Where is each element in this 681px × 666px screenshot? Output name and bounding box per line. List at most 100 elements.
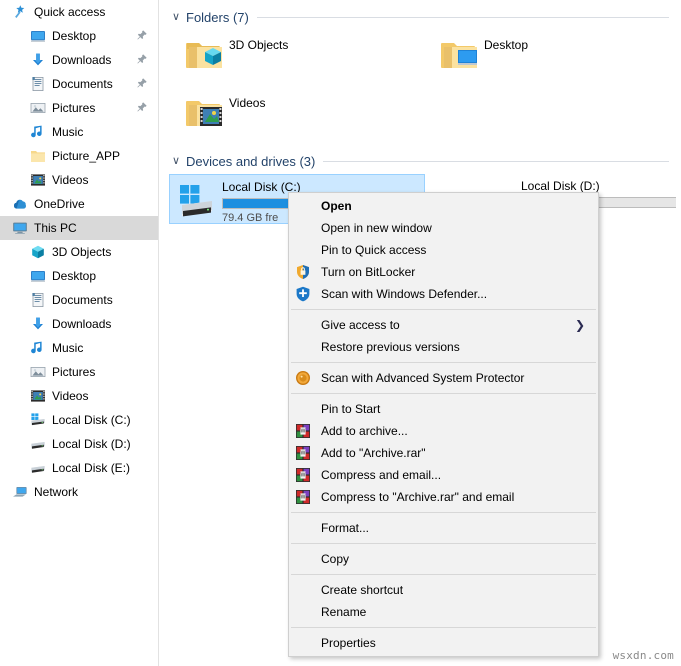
menu-item-pin-to-start[interactable]: Pin to Start xyxy=(289,398,598,420)
file-explorer-window: Quick access Desktop Downloads Documents Pic… xyxy=(0,0,681,666)
desktop-icon xyxy=(30,28,46,44)
star-pin-icon xyxy=(12,4,28,20)
folder-tile-3d-objects[interactable]: 3D Objects xyxy=(179,32,429,76)
menu-item-copy[interactable]: Copy xyxy=(289,548,598,570)
folder-tile-desktop[interactable]: Desktop xyxy=(434,32,681,76)
menu-item-turn-on-bitlocker[interactable]: Turn on BitLocker xyxy=(289,261,598,283)
folders-group-title: Folders (7) xyxy=(186,9,249,25)
menu-separator xyxy=(291,362,596,363)
menu-item-open[interactable]: Open xyxy=(289,195,598,217)
menu-item-format[interactable]: Format... xyxy=(289,517,598,539)
menu-item-no-icon xyxy=(295,551,311,567)
sidebar-item-downloads[interactable]: Downloads xyxy=(0,48,158,72)
documents-icon xyxy=(30,292,46,308)
nav-tree[interactable]: Quick access Desktop Downloads Documents Pic… xyxy=(0,0,158,504)
sidebar-item-onedrive[interactable]: OneDrive xyxy=(0,192,158,216)
menu-item-label: Pin to Start xyxy=(321,402,381,416)
sidebar-item-3d-objects[interactable]: 3D Objects xyxy=(0,240,158,264)
folder-tile-label: Desktop xyxy=(484,38,529,52)
menu-item-no-icon xyxy=(295,604,311,620)
sidebar-item-local-disk-e[interactable]: Local Disk (E:) xyxy=(0,456,158,480)
menu-item-add-to-archive[interactable]: Add to archive... xyxy=(289,420,598,442)
folder-tile-videos[interactable]: Videos xyxy=(179,90,429,134)
sidebar-item-label: Network xyxy=(34,485,79,499)
network-icon xyxy=(12,484,28,500)
drive-windows-icon xyxy=(30,412,46,428)
menu-item-compress-to-archive-rar-and-email[interactable]: Compress to "Archive.rar" and email xyxy=(289,486,598,508)
windows-defender-icon xyxy=(295,286,311,302)
folders-grid: 3D Objects Desktop Videos xyxy=(159,28,681,148)
menu-item-create-shortcut[interactable]: Create shortcut xyxy=(289,579,598,601)
folder-desktop-icon xyxy=(438,34,478,74)
chevron-down-icon[interactable]: ∨ xyxy=(169,10,183,24)
folders-group-header[interactable]: ∨ Folders (7) xyxy=(159,6,681,28)
menu-item-open-in-new-window[interactable]: Open in new window xyxy=(289,217,598,239)
pictures-icon xyxy=(30,100,46,116)
menu-item-label: Restore previous versions xyxy=(321,340,460,354)
menu-item-no-icon xyxy=(295,582,311,598)
sidebar-item-desktop[interactable]: Desktop xyxy=(0,264,158,288)
pin-icon[interactable] xyxy=(136,53,148,65)
sidebar-item-label: Music xyxy=(52,341,84,355)
navigation-pane[interactable]: Quick access Desktop Downloads Documents Pic… xyxy=(0,0,159,666)
sidebar-item-this-pc[interactable]: This PC xyxy=(0,216,158,240)
pin-icon[interactable] xyxy=(136,29,148,41)
menu-item-give-access-to[interactable]: Give access to ❯ xyxy=(289,314,598,336)
drives-group-header[interactable]: ∨ Devices and drives (3) xyxy=(159,150,681,172)
sidebar-item-network[interactable]: Network xyxy=(0,480,158,504)
scrollbar-track[interactable] xyxy=(676,0,681,666)
sidebar-item-pictures[interactable]: Pictures xyxy=(0,96,158,120)
pin-icon[interactable] xyxy=(136,101,148,113)
folder-videos-icon xyxy=(183,92,223,132)
menu-item-scan-with-windows-defender[interactable]: Scan with Windows Defender... xyxy=(289,283,598,305)
advanced-system-protector-icon xyxy=(295,370,311,386)
sidebar-item-label: Music xyxy=(52,125,84,139)
menu-item-compress-and-email[interactable]: Compress and email... xyxy=(289,464,598,486)
sidebar-item-downloads[interactable]: Downloads xyxy=(0,312,158,336)
drive-icon xyxy=(30,460,46,476)
menu-item-pin-to-quick-access[interactable]: Pin to Quick access xyxy=(289,239,598,261)
menu-item-label: Give access to xyxy=(321,318,400,332)
sidebar-item-quick-access[interactable]: Quick access xyxy=(0,0,158,24)
menu-item-properties[interactable]: Properties xyxy=(289,632,598,654)
sidebar-item-label: OneDrive xyxy=(34,197,85,211)
sidebar-item-local-disk-c[interactable]: Local Disk (C:) xyxy=(0,408,158,432)
menu-separator xyxy=(291,543,596,544)
menu-item-no-icon xyxy=(295,220,311,236)
winrar-icon xyxy=(295,423,311,439)
pin-icon[interactable] xyxy=(136,77,148,89)
chevron-down-icon[interactable]: ∨ xyxy=(169,154,183,168)
sidebar-item-videos[interactable]: Videos xyxy=(0,168,158,192)
sidebar-item-documents[interactable]: Documents xyxy=(0,72,158,96)
sidebar-item-pictures[interactable]: Pictures xyxy=(0,360,158,384)
menu-item-restore-previous-versions[interactable]: Restore previous versions xyxy=(289,336,598,358)
menu-item-scan-with-advanced-system-protector[interactable]: Scan with Advanced System Protector xyxy=(289,367,598,389)
menu-item-add-to-archive-rar[interactable]: Add to "Archive.rar" xyxy=(289,442,598,464)
menu-item-label: Format... xyxy=(321,521,370,535)
menu-item-label: Pin to Quick access xyxy=(321,243,427,257)
context-menu[interactable]: Open Open in new window Pin to Quick acces… xyxy=(288,192,599,657)
sidebar-item-label: Local Disk (E:) xyxy=(52,461,131,475)
sidebar-item-music[interactable]: Music xyxy=(0,336,158,360)
sidebar-item-documents[interactable]: Documents xyxy=(0,288,158,312)
sidebar-item-picture-app[interactable]: Picture_APP xyxy=(0,144,158,168)
videos-icon xyxy=(30,388,46,404)
menu-item-no-icon xyxy=(295,339,311,355)
menu-item-no-icon xyxy=(295,198,311,214)
menu-separator xyxy=(291,627,596,628)
menu-item-label: Compress to "Archive.rar" and email xyxy=(321,490,515,504)
folder-3d-objects-icon xyxy=(183,34,223,74)
sidebar-item-label: Downloads xyxy=(52,53,112,67)
menu-item-no-icon xyxy=(295,242,311,258)
menu-item-label: Open in new window xyxy=(321,221,432,235)
sidebar-item-music[interactable]: Music xyxy=(0,120,158,144)
drives-group-title: Devices and drives (3) xyxy=(186,153,316,169)
winrar-icon xyxy=(295,445,311,461)
winrar-icon xyxy=(295,489,311,505)
sidebar-item-videos[interactable]: Videos xyxy=(0,384,158,408)
menu-item-label: Properties xyxy=(321,636,376,650)
menu-item-rename[interactable]: Rename xyxy=(289,601,598,623)
sidebar-item-desktop[interactable]: Desktop xyxy=(0,24,158,48)
folder-tile-label: 3D Objects xyxy=(229,38,289,52)
sidebar-item-local-disk-d[interactable]: Local Disk (D:) xyxy=(0,432,158,456)
